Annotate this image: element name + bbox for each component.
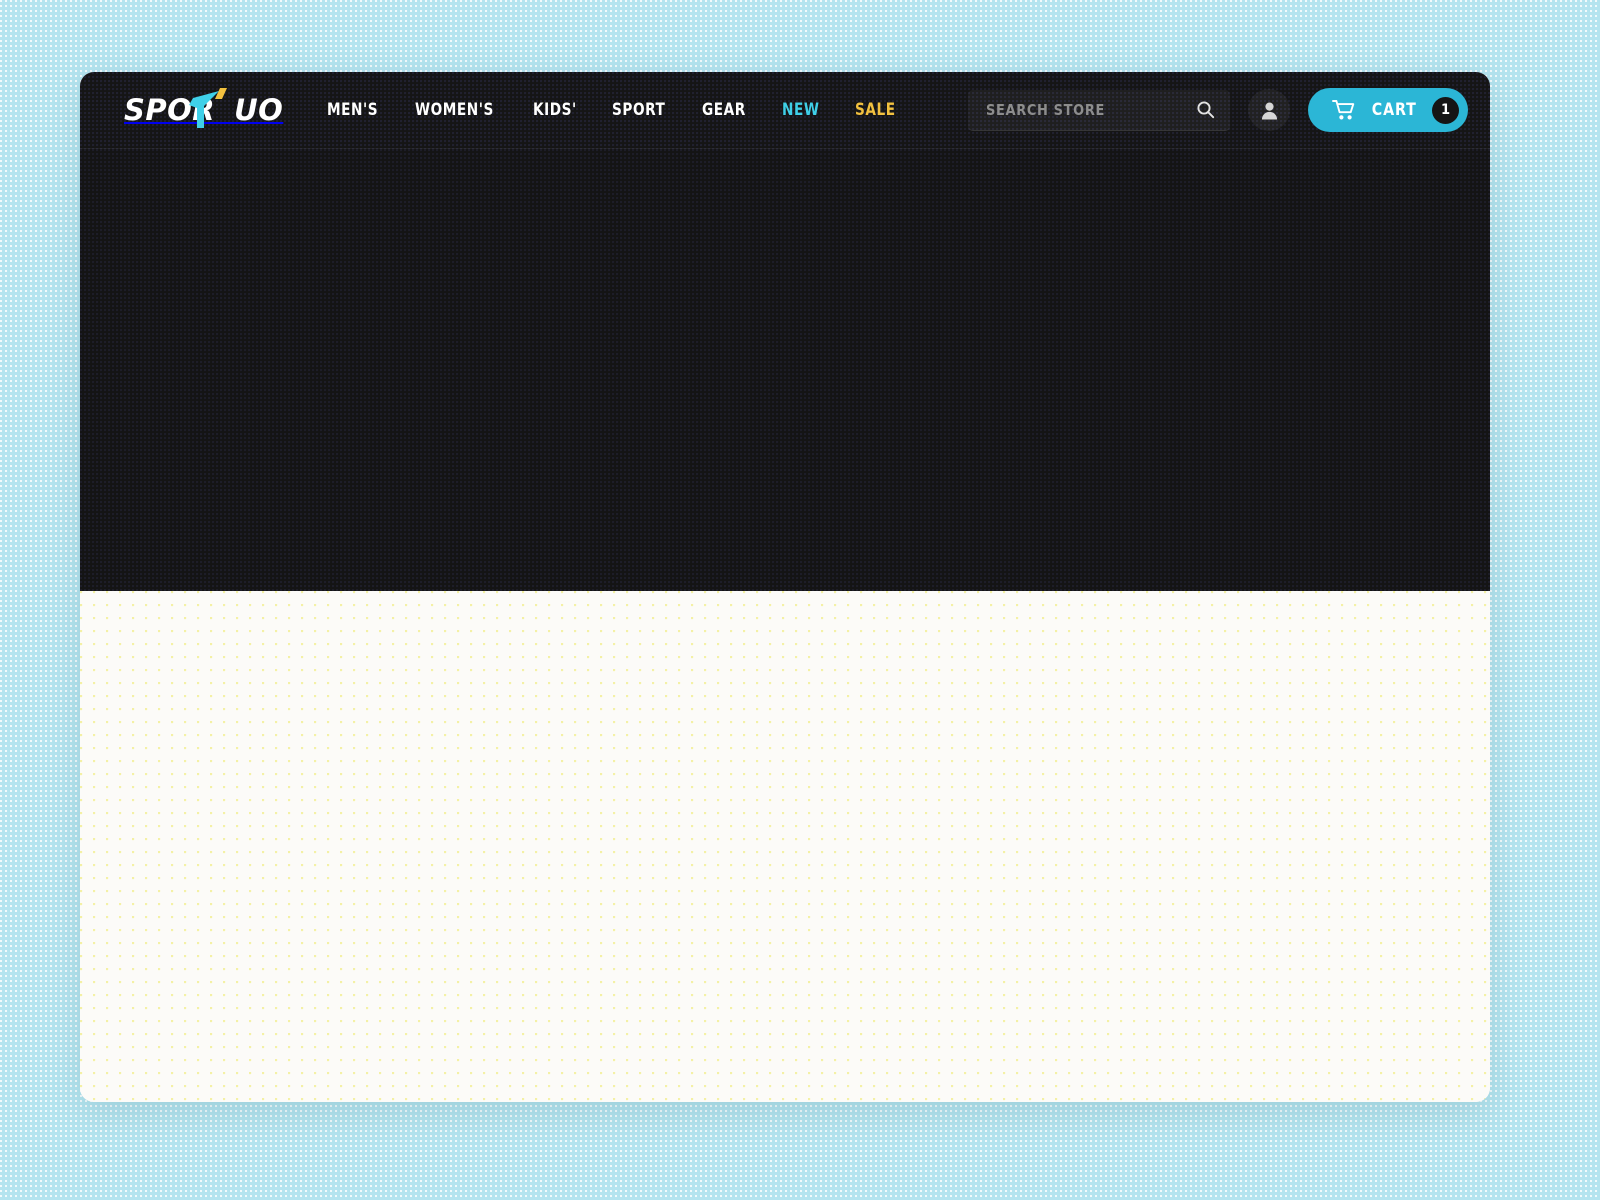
- nav-item-sport[interactable]: SPORT: [612, 101, 665, 119]
- account-button[interactable]: [1248, 89, 1291, 131]
- search-submit-button[interactable]: [1194, 99, 1216, 121]
- site-card: SPORTUO MEN'S WOMEN'S KIDS' SPORT GEAR N…: [80, 72, 1490, 1102]
- cart-count-badge: 1: [1432, 96, 1459, 124]
- logo-text: SPORTUO: [124, 92, 284, 127]
- logo-text-gap: T: [214, 93, 234, 127]
- header-utilities: CART 1: [968, 88, 1468, 132]
- nav-item-womens[interactable]: WOMEN'S: [415, 101, 494, 119]
- cart-button[interactable]: CART 1: [1308, 88, 1468, 132]
- nav-item-kids[interactable]: KIDS': [533, 101, 577, 119]
- search-icon: [1197, 101, 1215, 119]
- nav-item-sale[interactable]: SALE: [855, 101, 896, 119]
- search-input[interactable]: [986, 100, 1180, 119]
- logo-text-after: UO: [234, 92, 284, 127]
- site-logo[interactable]: SPORTUO: [124, 87, 284, 128]
- shopping-cart-icon: [1332, 100, 1355, 120]
- main-navigation: MEN'S WOMEN'S KIDS' SPORT GEAR NEW SALE: [327, 101, 899, 119]
- logo-text-before: SPOR: [124, 92, 214, 127]
- nav-item-gear[interactable]: GEAR: [702, 101, 746, 119]
- main-content: [80, 591, 1490, 1102]
- logo-wordmark: SPORTUO: [124, 87, 284, 128]
- site-header: SPORTUO MEN'S WOMEN'S KIDS' SPORT GEAR N…: [80, 72, 1490, 149]
- hero-section: [80, 149, 1490, 591]
- nav-item-new[interactable]: NEW: [782, 101, 819, 119]
- nav-item-mens[interactable]: MEN'S: [327, 101, 378, 119]
- user-icon: [1261, 102, 1278, 119]
- search-box[interactable]: [968, 89, 1231, 131]
- cart-label: CART: [1372, 99, 1418, 120]
